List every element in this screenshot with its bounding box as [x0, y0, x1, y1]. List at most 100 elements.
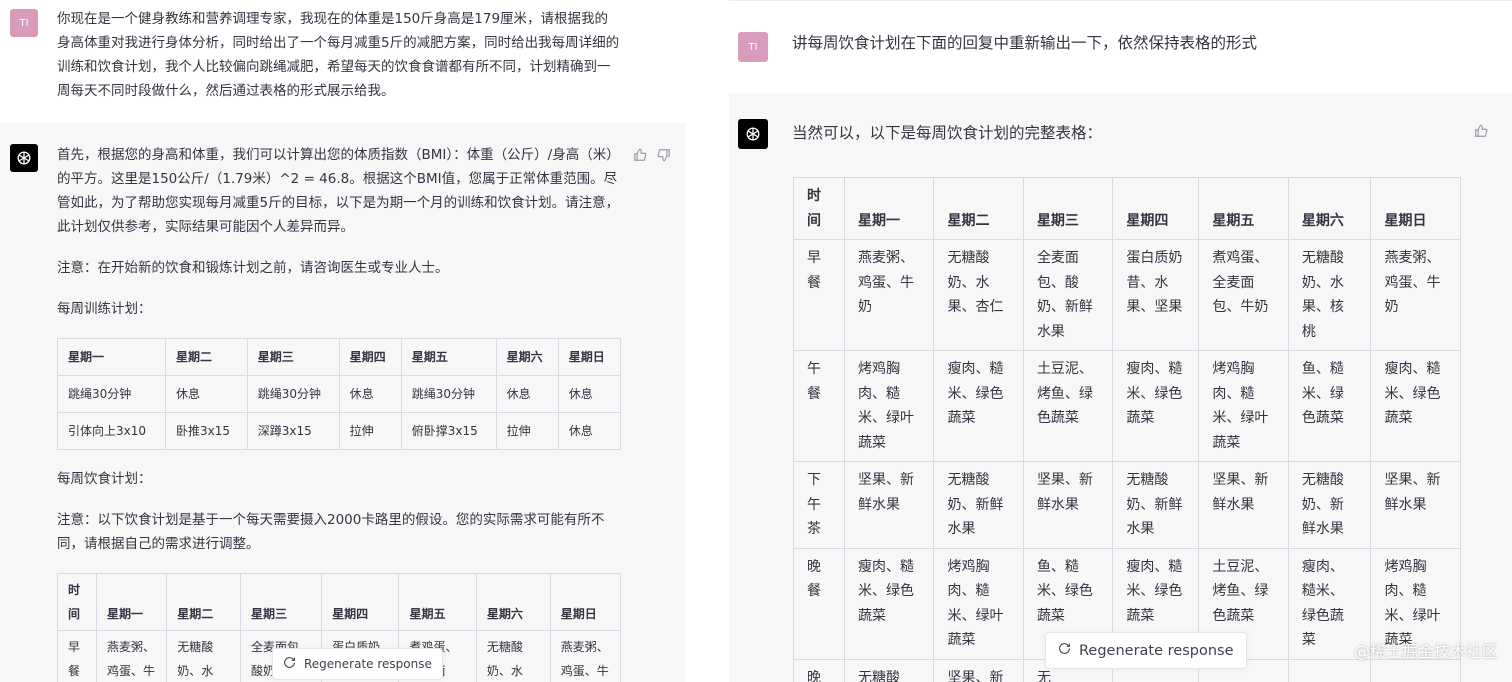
th-thu: 星期四: [1112, 177, 1200, 240]
table-cell: 烤鸡胸肉、糙米、绿叶蔬菜: [843, 350, 935, 462]
openai-logo-icon: [10, 144, 38, 172]
th-time: 时间: [57, 573, 97, 631]
table-cell: 引体向上3x10: [57, 412, 166, 450]
table-row: 午餐 烤鸡胸肉、糙米、绿叶蔬菜 瘦肉、糙米、绿色蔬菜 土豆泥、烤鱼、绿色蔬菜 瘦…: [793, 350, 1461, 462]
table-cell: 休息: [557, 375, 622, 413]
table-cell: 晚: [793, 658, 845, 682]
table-cell: 休息: [557, 412, 622, 450]
table-cell: 跳绳30分钟: [246, 375, 340, 413]
thumbs-up-icon[interactable]: [1474, 123, 1488, 142]
th-tue: 星期二: [164, 338, 248, 376]
watermark-text: @稀土掘金技术社区: [1353, 642, 1498, 661]
openai-logo-icon: [738, 119, 768, 149]
table-cell: 瘦肉、糙米、绿色蔬菜: [1370, 350, 1461, 462]
table-cell: 烤鸡胸肉、糙米、绿叶蔬菜: [933, 547, 1024, 660]
table-cell: 晚餐: [793, 547, 845, 660]
diet-note-paragraph: 注意：以下饮食计划是基于一个每天需要摄入2000卡路里的假设。您的实际需求可能有…: [57, 512, 605, 552]
table-cell: 无糖酸: [843, 658, 935, 682]
table-cell: 早餐: [57, 630, 97, 682]
th-mon: 星期一: [57, 338, 166, 376]
feedback-buttons: [1474, 123, 1488, 142]
assistant-message-row: 当然可以，以下是每周饮食计划的完整表格： 时间 星期一 星期二 星期三 星期四 …: [729, 93, 1512, 682]
assistant-intro: 当然可以，以下是每周饮食计划的完整表格：: [792, 124, 1103, 142]
right-chat-pane: TI 讲每周饮食计划在下面的回复中重新输出一下，依然保持表格的形式 当然可以，以…: [729, 0, 1512, 682]
table-cell: 拉伸: [338, 412, 402, 450]
user-avatar: TI: [10, 9, 38, 37]
table-cell: 深蹲3x15: [246, 412, 340, 450]
table-row: 跳绳30分钟 休息 跳绳30分钟 休息 跳绳30分钟 休息 休息: [57, 375, 622, 413]
th-tue: 星期二: [933, 177, 1024, 240]
th-mon: 星期一: [95, 573, 168, 631]
training-heading: 每周训练计划：: [57, 301, 152, 317]
table-cell: [1287, 658, 1372, 682]
table-cell: 跳绳30分钟: [400, 375, 497, 413]
th-thu: 星期四: [321, 573, 400, 631]
table-cell: 休息: [164, 375, 248, 413]
table-cell: 燕麦粥、鸡蛋、牛奶: [549, 630, 622, 682]
feedback-buttons: [633, 147, 671, 166]
table-cell: 无糖酸奶、水果、核桃: [475, 630, 551, 682]
user-message-row: TI 你现在是一个健身教练和营养调理专家，我现在的体重是150斤身高是179厘米…: [0, 0, 686, 123]
th-sat: 星期六: [475, 573, 551, 631]
disclaimer-paragraph: 注意：在开始新的饮食和锻炼计划之前，请咨询医生或专业人士。: [57, 260, 449, 276]
left-chat-pane: TI 你现在是一个健身教练和营养调理专家，我现在的体重是150斤身高是179厘米…: [0, 0, 686, 682]
table-row: 早餐 燕麦粥、鸡蛋、牛奶 无糖酸奶、水果、杏仁 全麦面包、酸奶、新鲜水果 蛋白质…: [793, 239, 1461, 351]
table-cell: 瘦肉、糙米、绿色蔬菜: [933, 350, 1024, 462]
assistant-message-row: 首先，根据您的身高和体重，我们可以计算出您的体质指数（BMI）：体重（公斤）/身…: [0, 123, 686, 682]
thumbs-up-icon[interactable]: [633, 147, 647, 166]
table-cell: 坚果、新: [933, 658, 1024, 682]
table-cell: 无糖酸奶、新鲜水果: [933, 461, 1024, 549]
table-cell: 蛋白质奶昔、水果、坚果: [1112, 239, 1200, 351]
th-thu: 星期四: [338, 338, 402, 376]
table-cell: 俯卧撑3x15: [400, 412, 497, 450]
table-cell: 早餐: [793, 239, 845, 351]
training-table: 星期一 星期二 星期三 星期四 星期五 星期六 星期日 跳绳30分钟 休息 跳绳…: [57, 338, 622, 450]
diet-heading: 每周饮食计划：: [57, 471, 152, 487]
th-fri: 星期五: [400, 338, 497, 376]
th-wed: 星期三: [246, 338, 340, 376]
th-time: 时间: [793, 177, 845, 240]
table-cell: 无糖酸奶、水果、杏仁: [933, 239, 1024, 351]
table-cell: 休息: [495, 375, 559, 413]
table-cell: 跳绳30分钟: [57, 375, 166, 413]
table-cell: 坚果、新鲜水果: [1198, 461, 1289, 549]
th-sun: 星期日: [557, 338, 622, 376]
regenerate-response-button[interactable]: Regenerate response: [272, 648, 443, 680]
regenerate-response-button[interactable]: Regenerate response: [1045, 632, 1247, 669]
refresh-icon: [283, 656, 296, 672]
table-cell: 全麦面包、酸奶、新鲜水果: [1022, 239, 1114, 351]
regenerate-label: Regenerate response: [1079, 642, 1234, 659]
th-wed: 星期三: [1022, 177, 1114, 240]
table-cell: 休息: [338, 375, 402, 413]
table-cell: 无糖酸奶、新鲜水果: [1287, 461, 1372, 549]
table-cell: 鱼、糙米、绿色蔬菜: [1287, 350, 1372, 462]
table-cell: 土豆泥、烤鱼、绿色蔬菜: [1022, 350, 1114, 462]
assistant-message-body: 首先，根据您的身高和体重，我们可以计算出您的体质指数（BMI）：体重（公斤）/身…: [57, 143, 622, 682]
table-cell: 坚果、新鲜水果: [1022, 461, 1114, 549]
table-cell: 燕麦粥、鸡蛋、牛奶: [1370, 239, 1461, 351]
th-sat: 星期六: [1287, 177, 1372, 240]
user-avatar: TI: [738, 32, 768, 62]
refresh-icon: [1058, 642, 1071, 659]
th-mon: 星期一: [843, 177, 935, 240]
table-cell: 煮鸡蛋、全麦面包、牛奶: [1198, 239, 1289, 351]
table-cell: 下午茶: [793, 461, 845, 549]
pane-divider: [686, 0, 729, 682]
user-message-row: TI 讲每周饮食计划在下面的回复中重新输出一下，依然保持表格的形式: [729, 0, 1512, 93]
th-fri: 星期五: [398, 573, 477, 631]
table-cell: 无糖酸奶、新鲜水果: [1112, 461, 1200, 549]
table-cell: 瘦肉、糙米、绿色蔬菜: [1112, 350, 1200, 462]
thumbs-down-icon[interactable]: [657, 147, 671, 166]
table-cell: 瘦肉、糙米、绿色蔬菜: [843, 547, 935, 660]
table-cell: 卧推3x15: [164, 412, 248, 450]
diet-table-right: 时间 星期一 星期二 星期三 星期四 星期五 星期六 星期日 早餐 燕麦粥、鸡蛋…: [793, 177, 1461, 682]
th-sun: 星期日: [549, 573, 622, 631]
th-wed: 星期三: [240, 573, 323, 631]
table-cell: 拉伸: [495, 412, 559, 450]
table-cell: 烤鸡胸肉、糙米、绿叶蔬菜: [1198, 350, 1289, 462]
table-cell: [1370, 658, 1461, 682]
user-message-text: 你现在是一个健身教练和营养调理专家，我现在的体重是150斤身高是179厘米，请根…: [57, 11, 620, 99]
table-cell: 燕麦粥、鸡蛋、牛奶: [95, 630, 168, 682]
table-row: 下午茶 坚果、新鲜水果 无糖酸奶、新鲜水果 坚果、新鲜水果 无糖酸奶、新鲜水果 …: [793, 461, 1461, 549]
regenerate-label: Regenerate response: [304, 657, 432, 671]
